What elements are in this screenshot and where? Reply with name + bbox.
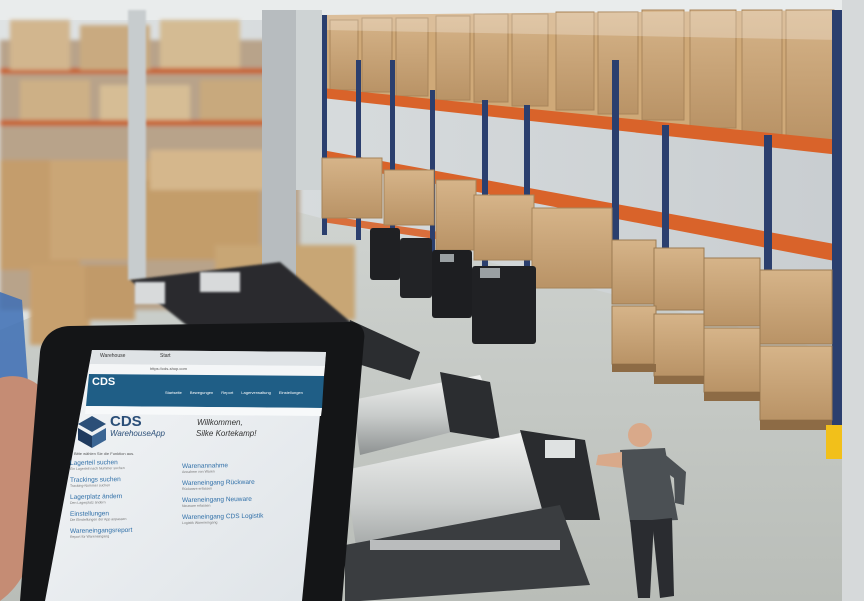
welcome-line-1: Willkommen, xyxy=(197,418,243,427)
logo-subtitle: WarehouseApp xyxy=(110,429,165,438)
menu-item[interactable]: Wareneingang Neuware Neuware erfassen xyxy=(182,495,302,514)
menu-item[interactable]: Wareneingang CDS Logistik Logistik Waren… xyxy=(182,512,302,531)
app-brand[interactable]: CDS xyxy=(92,377,115,388)
app-nav: Startseite Bewegungen Report Lagerverwal… xyxy=(165,390,303,395)
tablet-app-ui: Warehouse Start https://cds-shop.com CDS… xyxy=(0,0,864,601)
menu-item-desc: Die Einstellungen der App anpassen xyxy=(70,516,127,522)
menu-item[interactable]: Trackings suchen Tracking-Nummer suchen xyxy=(70,475,180,494)
menu-right: Warenannahme Annahme von Waren Wareneing… xyxy=(182,461,302,531)
nav-item[interactable]: Lagerverwaltung xyxy=(241,390,271,395)
menu-item[interactable]: Warenannahme Annahme von Waren xyxy=(182,461,302,480)
menu-item[interactable]: Wareneingangsreport Report für Wareneing… xyxy=(70,526,180,545)
browser-tab[interactable]: Warehouse xyxy=(100,354,125,359)
nav-item[interactable]: Startseite xyxy=(165,390,182,395)
nav-item[interactable]: Report xyxy=(221,390,233,395)
menu-item-desc: Annahme von Waren xyxy=(182,469,215,475)
menu-item-desc: Tracking-Nummer suchen xyxy=(70,483,111,488)
logo-name: CDS xyxy=(110,413,142,430)
intro-text: Bitte wählen Sie die Funktion aus. xyxy=(74,451,135,456)
menu-item[interactable]: Lagerplatz ändern Den Lagerplatz ändern xyxy=(70,492,180,511)
nav-item[interactable]: Einstellungen xyxy=(279,390,303,395)
menu-item-desc: Den Lagerplatz ändern xyxy=(70,500,106,505)
nav-item[interactable]: Bewegungen xyxy=(190,390,213,395)
address-bar[interactable]: https://cds-shop.com xyxy=(150,367,187,371)
browser-tab-2[interactable]: Start xyxy=(160,354,171,359)
menu-item[interactable]: Lagerteil suchen Ein Lagerteil nach Numm… xyxy=(70,458,180,477)
menu-item-desc: Ein Lagerteil nach Nummer suchen xyxy=(70,466,125,471)
menu-item[interactable]: Wareneingang Rückware Rückware erfassen xyxy=(182,478,302,497)
menu-left: Lagerteil suchen Ein Lagerteil nach Numm… xyxy=(70,458,180,545)
welcome-line-2: Silke Kortekamp! xyxy=(196,429,257,438)
menu-item[interactable]: Einstellungen Die Einstellungen der App … xyxy=(70,509,180,528)
